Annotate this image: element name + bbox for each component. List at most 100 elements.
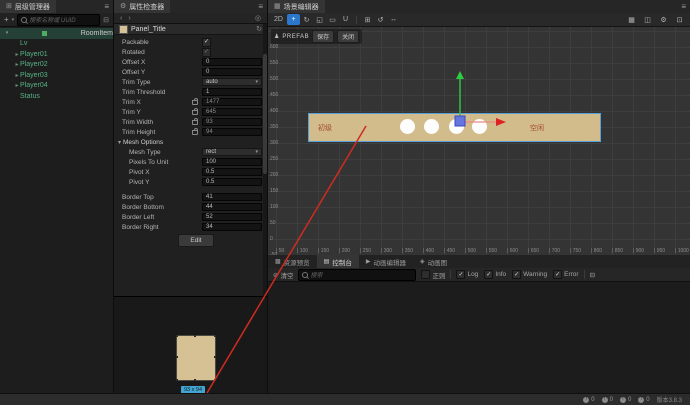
scene-icon: ▦	[274, 3, 281, 10]
prop-label: Offset X	[122, 58, 146, 66]
prop-input[interactable]: 93	[202, 118, 262, 126]
regex-toggle[interactable]: 正则	[421, 270, 445, 280]
filter-label: Log	[467, 271, 479, 278]
hierarchy-toolbar: + ▾ 搜索名称或 UUID ⊟	[0, 13, 113, 27]
prop-border-right: Border Right 34	[114, 222, 262, 232]
tab-animation-editor[interactable]: ▶ 动画编辑器	[359, 255, 413, 268]
prop-input[interactable]: 0.5	[202, 178, 262, 186]
nav-back-button[interactable]: ‹	[120, 15, 122, 22]
prop-input[interactable]: 100	[202, 158, 262, 166]
section-caret-icon[interactable]: ▾	[114, 139, 121, 146]
hierarchy-menu-icon[interactable]: ≡	[104, 2, 109, 11]
prop-label: Trim Threshold	[122, 88, 166, 96]
clear-console-button[interactable]: ⊘ 清空	[273, 270, 293, 280]
pin-icon[interactable]: ◎	[255, 14, 261, 22]
prop-input[interactable]: 34	[202, 223, 262, 231]
move-tool[interactable]: +	[287, 14, 300, 25]
count-value: 0	[609, 396, 613, 403]
rect-tool[interactable]: ▭	[326, 14, 339, 25]
node-cube-icon	[41, 30, 47, 36]
prop-input[interactable]: 1477	[202, 98, 262, 106]
filter-checkbox[interactable]: ✓	[484, 270, 494, 279]
tree-item-roomitem[interactable]: ▾ RoomItem	[0, 28, 113, 39]
prop-checkbox[interactable]: ✓	[202, 47, 211, 57]
pivot-tool[interactable]: ⊞	[361, 14, 374, 25]
ui-tool[interactable]: U	[339, 14, 352, 25]
scene-viewport[interactable]: ♟ PREFAB 保存 关闭 600 550 500 450 400 350 300 250 2…	[268, 27, 690, 255]
prop-trim-type: Trim Type auto ▾	[114, 77, 262, 87]
tab-inspector[interactable]: ⚙ 属性检查器	[114, 0, 171, 13]
gear-icon[interactable]: ⚙	[657, 14, 670, 25]
tree-item-lv[interactable]: Lv	[0, 39, 113, 50]
collapse-logs-icon[interactable]: ⊟	[590, 271, 595, 279]
prop-checkbox[interactable]: ✓	[202, 37, 211, 47]
prop-input[interactable]: 0	[202, 68, 262, 76]
hierarchy-filter-icon[interactable]: ⊟	[103, 16, 109, 24]
error-count[interactable]: ! 0	[583, 396, 595, 403]
prop-input[interactable]: 94	[202, 128, 262, 136]
console-toolbar: ⊘ 清空 搜索 正则 ✓ Log ✓ Info ✓ Warning ✓ Error ⊟	[268, 268, 690, 282]
gizmo-visibility-icon[interactable]: ▦	[625, 14, 638, 25]
prop-label: Trim X	[122, 98, 141, 106]
tree-item-player01[interactable]: ▸ Player01	[0, 49, 113, 60]
hierarchy-search-input[interactable]: 搜索名称或 UUID	[17, 13, 101, 26]
camera-icon[interactable]: ◫	[641, 14, 654, 25]
prop-input[interactable]: 645	[202, 108, 262, 116]
filter-error[interactable]: ✓ Error	[553, 270, 579, 279]
prop-input[interactable]: 1	[202, 88, 262, 96]
tab-preview[interactable]: ▩ 资源预览	[268, 255, 317, 268]
filter-checkbox[interactable]: ✓	[456, 270, 466, 279]
prop-label: Border Left	[122, 213, 155, 221]
fullscreen-icon[interactable]: ⊡	[673, 14, 686, 25]
inspector-panel: ⚙ 属性检查器 ≡ ‹ › ◎ Panel_Title ↻ Packable ✓ R…	[114, 0, 268, 394]
filter-info[interactable]: ✓ Info	[484, 270, 506, 279]
tree-item-player03[interactable]: ▸ Player03	[0, 70, 113, 81]
filter-checkbox[interactable]: ✓	[512, 270, 522, 279]
prop-label: Trim Height	[122, 128, 156, 136]
filter-log[interactable]: ✓ Log	[456, 270, 478, 279]
prop-input[interactable]: 41	[202, 193, 262, 201]
axis-tool[interactable]: ↔	[387, 14, 400, 25]
warning-count[interactable]: ! 0	[619, 396, 631, 403]
edit-button[interactable]: Edit	[178, 234, 214, 247]
prop-select[interactable]: rect ▾	[202, 148, 262, 156]
console-log-area[interactable]	[268, 282, 690, 393]
tab-console[interactable]: ▤ 控制台	[316, 255, 359, 268]
prop-select[interactable]: auto ▾	[202, 78, 262, 86]
prop-input[interactable]: 52	[202, 213, 262, 221]
tab-animation-graph[interactable]: ◈ 动画图	[413, 255, 454, 268]
scale-tool[interactable]: ◱	[313, 14, 326, 25]
tree-item-player02[interactable]: ▸ Player02	[0, 60, 113, 71]
tree-item-label: Player04	[20, 82, 48, 90]
tree-item-player04[interactable]: ▸ Player04	[0, 81, 113, 92]
sprite-node-icon	[119, 24, 128, 34]
inspector-scrollbar[interactable]	[263, 24, 267, 296]
prop-input[interactable]: 0.5	[202, 168, 262, 176]
create-node-button[interactable]: +	[4, 15, 9, 24]
refresh-icon[interactable]: ↻	[256, 25, 262, 33]
inspector-menu-icon[interactable]: ≡	[258, 2, 263, 11]
lock-icon	[192, 98, 198, 105]
tree-caret-icon[interactable]: ▾	[4, 30, 10, 36]
message-count[interactable]: ! 0	[638, 396, 650, 403]
local-rotate-tool[interactable]: ↺	[374, 14, 387, 25]
tab-hierarchy[interactable]: ⊞ 层级管理器	[0, 0, 56, 13]
regex-checkbox[interactable]	[421, 270, 431, 279]
nav-forward-button[interactable]: ›	[128, 15, 130, 22]
console-search-input[interactable]: 搜索	[298, 268, 417, 281]
tab-scene-editor[interactable]: ▦ 场景编辑器	[268, 0, 325, 13]
mode-2d-button[interactable]: 2D	[272, 14, 285, 25]
prop-trim-width: Trim Width 93	[114, 117, 262, 127]
scene-menu-icon[interactable]: ≡	[681, 2, 686, 11]
filter-checkbox[interactable]: ✓	[553, 270, 563, 279]
prop-input[interactable]: 0	[202, 58, 262, 66]
transform-gizmo[interactable]	[268, 27, 690, 255]
filter-warning[interactable]: ✓ Warning	[512, 270, 547, 279]
prop-input[interactable]: 44	[202, 203, 262, 211]
prop-label: Trim Y	[122, 108, 141, 116]
rotate-tool[interactable]: ↻	[300, 14, 313, 25]
lock-icon	[192, 108, 198, 115]
prop-trim-height: Trim Height 94	[114, 127, 262, 137]
tree-item-status[interactable]: Status	[0, 91, 113, 102]
info-count[interactable]: ! 0	[601, 396, 613, 403]
